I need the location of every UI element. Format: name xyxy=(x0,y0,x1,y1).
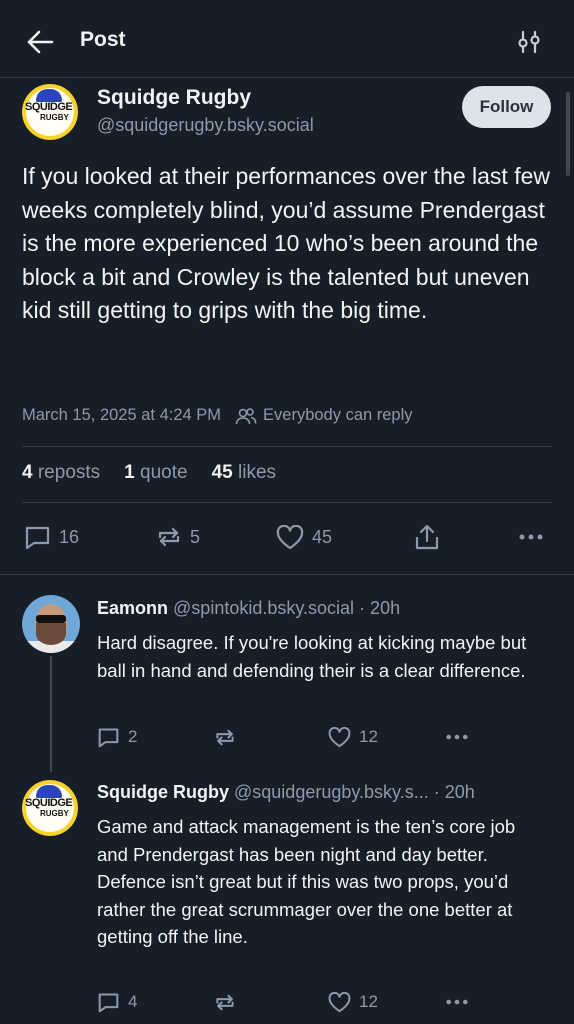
reply-action[interactable]: 4 xyxy=(97,990,137,1014)
author-name[interactable]: Squidge Rugby xyxy=(97,86,251,110)
repost-action[interactable]: 5 xyxy=(156,522,200,552)
heart-icon xyxy=(328,991,351,1012)
reply-icon xyxy=(25,526,50,549)
reply-age: · 20h xyxy=(433,782,475,802)
likes-stat[interactable]: 45 likes xyxy=(212,462,276,484)
reply-avatar[interactable] xyxy=(22,595,80,653)
heart-icon xyxy=(276,524,304,549)
more-options[interactable] xyxy=(445,725,469,749)
author-handle[interactable]: @squidgerugby.bsky.social xyxy=(97,115,314,136)
repost-icon xyxy=(158,527,180,547)
reply-text: Game and attack management is the ten’s … xyxy=(97,816,516,947)
reply-icon xyxy=(98,993,119,1012)
like-action[interactable]: 12 xyxy=(328,990,378,1014)
more-dots-icon xyxy=(446,734,468,740)
engagement-stats: 4 reposts 1 quote 45 likes xyxy=(22,462,276,484)
reply-author-name[interactable]: Eamonn xyxy=(97,598,168,618)
repost-action[interactable] xyxy=(214,725,236,749)
share-action[interactable] xyxy=(414,522,440,552)
back-arrow-icon[interactable] xyxy=(26,28,54,56)
more-options[interactable] xyxy=(518,522,544,552)
reply-author-handle[interactable]: @spintokid.bsky.social xyxy=(173,598,354,618)
reply-text: Hard disagree. If you're looking at kick… xyxy=(97,632,527,681)
post-timestamp: March 15, 2025 at 4:24 PM xyxy=(22,406,222,424)
divider xyxy=(22,502,552,503)
reply-setting[interactable]: Everybody can reply xyxy=(263,406,413,425)
post-text: If you looked at their performances over… xyxy=(22,163,550,323)
quotes-stat[interactable]: 1 quote xyxy=(124,462,187,484)
people-icon xyxy=(235,407,257,425)
reposts-stat[interactable]: 4 reposts xyxy=(22,462,100,484)
like-action[interactable]: 12 xyxy=(328,725,378,749)
divider xyxy=(22,446,552,447)
repost-icon xyxy=(216,729,234,745)
heart-icon xyxy=(328,726,351,747)
author-avatar[interactable]: SQUIDGE RUGBY xyxy=(22,84,78,140)
post-meta: March 15, 2025 at 4:24 PM Everybody can … xyxy=(22,406,413,425)
reply-icon xyxy=(98,728,119,747)
section-divider xyxy=(0,574,574,575)
reply-header: Squidge Rugby @squidgerugby.bsky.s... · … xyxy=(97,782,475,803)
more-dots-icon xyxy=(446,999,468,1005)
reply-age: · 20h xyxy=(359,598,401,618)
reply-header: Eamonn @spintokid.bsky.social · 20h xyxy=(97,598,400,619)
reply-author-handle[interactable]: @squidgerugby.bsky.s... xyxy=(234,782,429,802)
thread-line xyxy=(50,656,52,772)
reply-action[interactable]: 2 xyxy=(97,725,137,749)
reply-author-name[interactable]: Squidge Rugby xyxy=(97,782,229,802)
follow-button[interactable]: Follow xyxy=(462,86,551,128)
more-dots-icon xyxy=(519,534,543,540)
reply-action[interactable]: 16 xyxy=(24,522,79,552)
top-bar: Post xyxy=(0,0,574,78)
repost-icon xyxy=(216,994,234,1010)
sliders-icon[interactable] xyxy=(516,30,542,54)
scrollbar[interactable] xyxy=(566,92,570,176)
share-icon xyxy=(415,524,439,549)
page-title: Post xyxy=(80,28,126,51)
like-action[interactable]: 45 xyxy=(276,522,332,552)
repost-action[interactable] xyxy=(214,990,236,1014)
reply-avatar[interactable]: SQUIDGE RUGBY xyxy=(22,780,78,836)
more-options[interactable] xyxy=(445,990,469,1014)
